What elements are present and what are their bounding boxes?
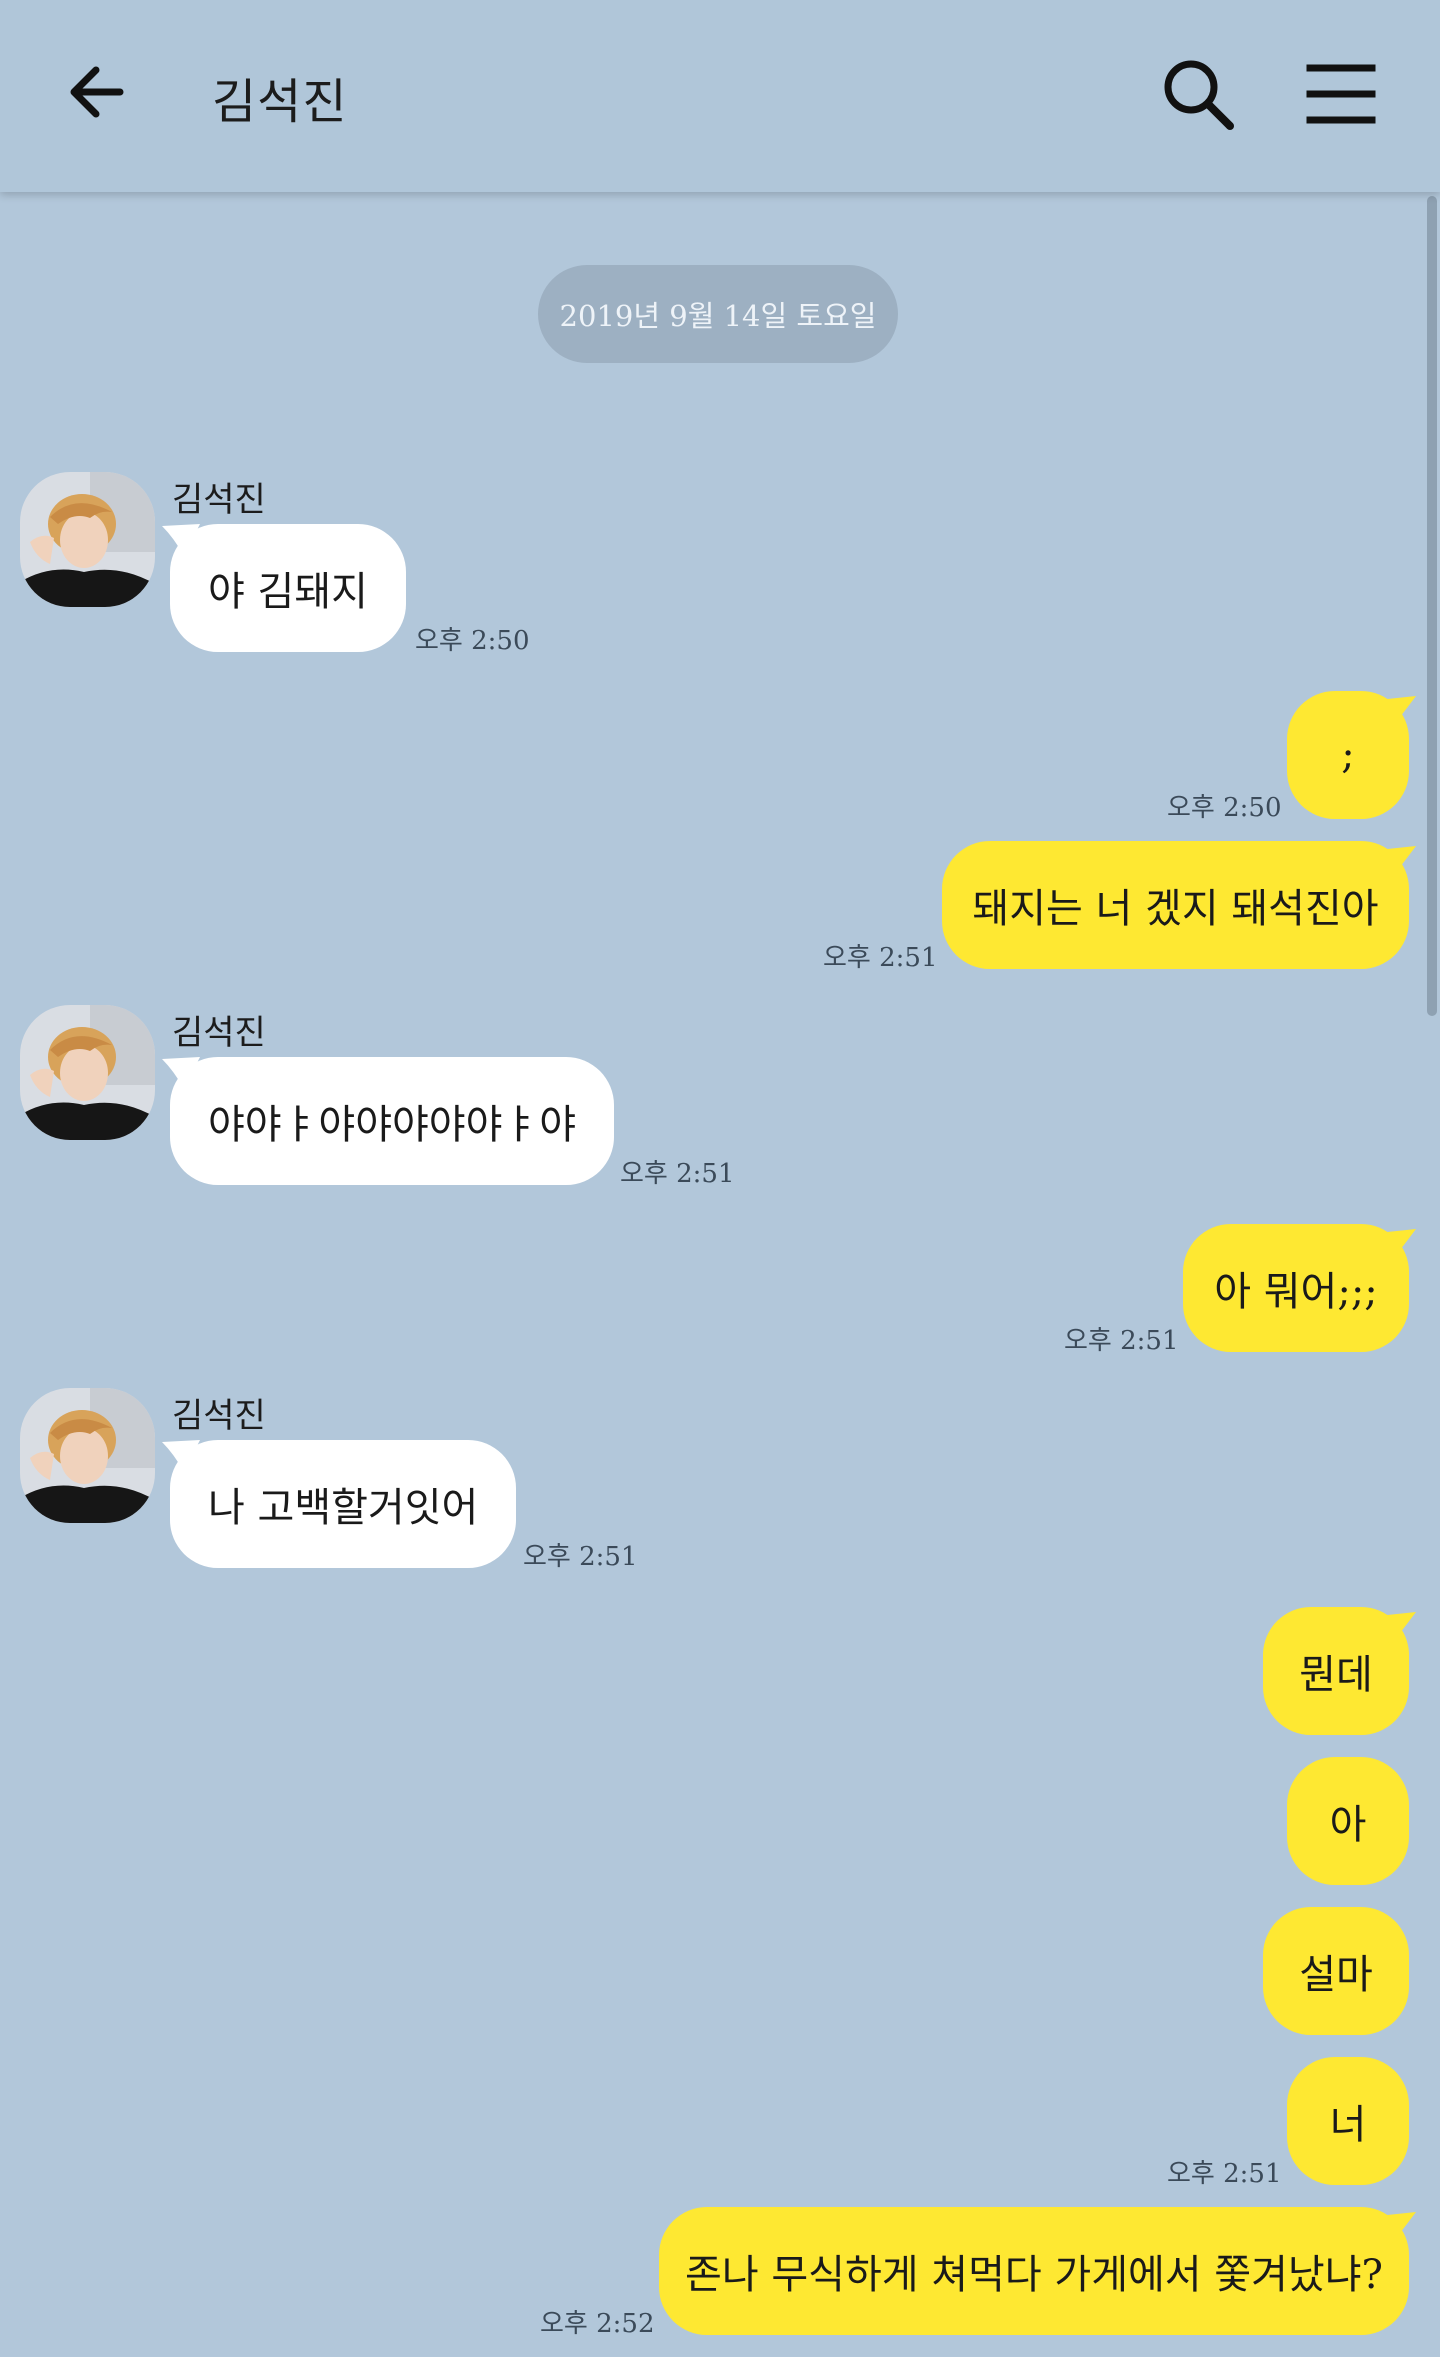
profile-photo-icon	[20, 1005, 155, 1140]
message-time: 오후 2:50	[415, 626, 530, 656]
bubble-tail	[1378, 846, 1416, 880]
bubble-tail	[1378, 1612, 1416, 1646]
chat-header: 김석진	[0, 0, 1440, 192]
message-time: 오후 2:51	[1167, 2159, 1282, 2189]
sender-name: 김석진	[172, 480, 266, 520]
message-time: 오후 2:52	[540, 2309, 655, 2339]
message-time: 오후 2:51	[1064, 1326, 1179, 1356]
message-time: 오후 2:51	[620, 1159, 735, 1189]
sender-name: 김석진	[172, 1013, 266, 1053]
avatar[interactable]	[20, 472, 155, 607]
message-bubble[interactable]: 야야ㅑ야야야야야ㅑ야	[170, 1057, 614, 1185]
message-time: 오후 2:51	[523, 1542, 638, 1572]
arrow-left-icon	[70, 66, 124, 118]
message-time: 오후 2:51	[823, 943, 938, 973]
chat-title: 김석진	[212, 74, 348, 130]
message-bubble[interactable]: 너	[1287, 2057, 1409, 2185]
search-button[interactable]	[1158, 54, 1244, 140]
menu-button[interactable]	[1302, 56, 1382, 136]
message-bubble[interactable]: 아	[1287, 1757, 1409, 1885]
bubble-tail	[1378, 1229, 1416, 1263]
message-bubble[interactable]: 존나 무식하게 쳐먹다 가게에서 쫓겨났냐?	[659, 2207, 1409, 2335]
chat-screen: 김석진 2019년 9월 14일 토요일 김석진 야 김돼지 오후 2:50 ;…	[0, 0, 1440, 2357]
message-bubble[interactable]: 아 뭐어;;;	[1183, 1224, 1409, 1352]
back-button[interactable]	[58, 50, 148, 140]
message-bubble[interactable]: 돼지는 너 겠지 돼석진아	[942, 841, 1409, 969]
bubble-tail	[1378, 696, 1416, 730]
bubble-tail	[1378, 2212, 1416, 2246]
avatar[interactable]	[20, 1388, 155, 1523]
message-time: 오후 2:50	[1167, 793, 1282, 823]
sender-name: 김석진	[172, 1396, 266, 1436]
date-divider: 2019년 9월 14일 토요일	[538, 265, 898, 363]
message-bubble[interactable]: 야 김돼지	[170, 524, 406, 652]
search-icon	[1164, 60, 1234, 130]
message-bubble[interactable]: 설마	[1263, 1907, 1409, 2035]
scrollbar-thumb[interactable]	[1427, 196, 1437, 1016]
avatar[interactable]	[20, 1005, 155, 1140]
message-bubble[interactable]: 나 고백할거잇어	[170, 1440, 517, 1568]
profile-photo-icon	[20, 1388, 155, 1523]
menu-icon	[1306, 64, 1376, 124]
profile-photo-icon	[20, 472, 155, 607]
